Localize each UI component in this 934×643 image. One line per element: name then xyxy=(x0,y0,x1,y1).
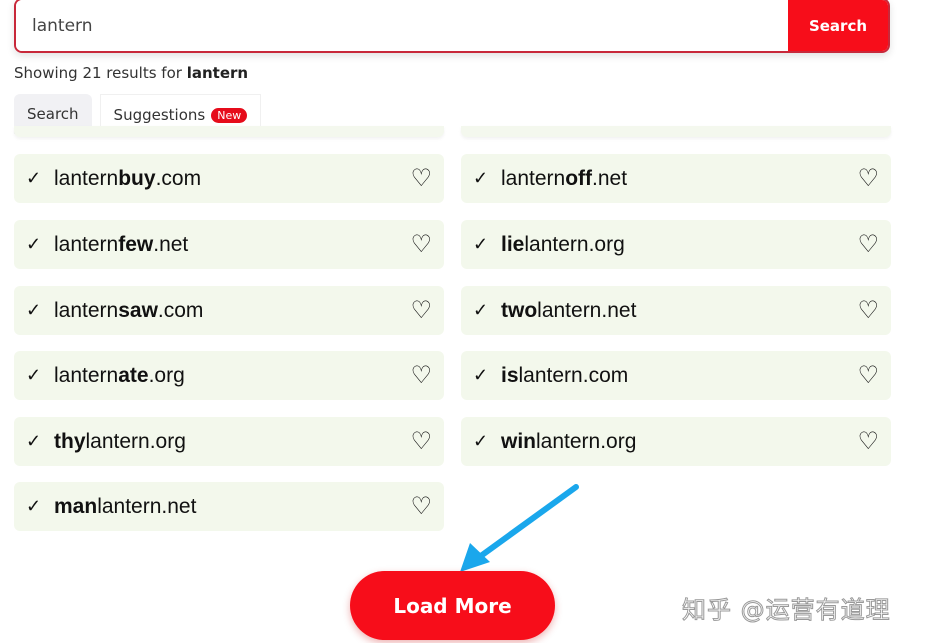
watermark: 知乎 @运营有道理 xyxy=(682,596,891,625)
load-more-button[interactable]: Load More xyxy=(350,571,555,640)
annotation-arrow xyxy=(460,484,579,572)
